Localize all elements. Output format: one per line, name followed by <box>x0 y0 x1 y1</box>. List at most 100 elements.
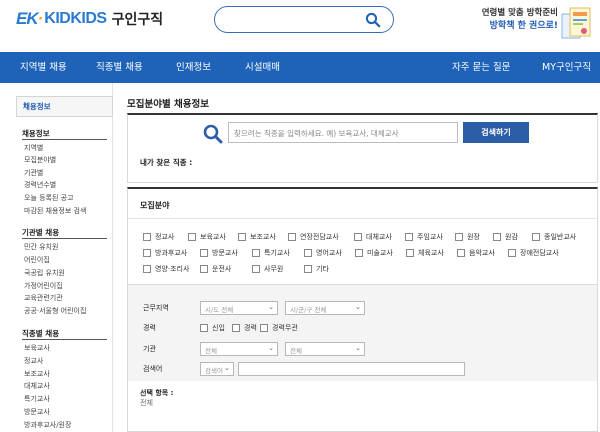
checkbox-career-new[interactable]: 신입 <box>200 323 225 333</box>
region-city-select[interactable]: 시/군/구 전체 ⌄ <box>285 301 365 315</box>
keyword-text-input[interactable] <box>238 362 465 376</box>
checkbox-icon[interactable] <box>200 249 208 257</box>
sidebar-item[interactable]: 공공·서울형 어린이집 <box>24 306 86 316</box>
checkbox-category[interactable]: 방문교사 <box>200 248 238 258</box>
checkbox-icon[interactable] <box>455 233 463 241</box>
checkbox-icon[interactable] <box>288 233 296 241</box>
checkbox-category[interactable]: 사무원 <box>252 264 283 274</box>
nav-item-my-page[interactable]: MY구인구직 <box>542 52 591 83</box>
checkbox-category[interactable]: 연장전담교사 <box>288 232 339 242</box>
nav-item-faq[interactable]: 자주 묻는 질문 <box>452 52 510 83</box>
checkbox-icon[interactable] <box>188 233 196 241</box>
search-icon <box>203 124 223 144</box>
checkbox-icon[interactable] <box>355 249 363 257</box>
sidebar-item[interactable]: 기관별 <box>24 168 43 178</box>
checkbox-category[interactable]: 원감 <box>493 232 518 242</box>
checkbox-category[interactable]: 정교사 <box>143 232 174 242</box>
checkbox-category[interactable]: 영어교사 <box>304 248 342 258</box>
nav-item-job-type[interactable]: 직종별 채용 <box>96 52 143 83</box>
checkbox-category[interactable]: 미술교사 <box>355 248 393 258</box>
sidebar-item[interactable]: 지역별 <box>24 143 43 153</box>
org-type-select[interactable]: 전체 ⌄ <box>200 342 278 356</box>
checkbox-category[interactable]: 종일반교사 <box>532 232 576 242</box>
checkbox-category[interactable]: 보조교사 <box>238 232 276 242</box>
nav-item-region[interactable]: 지역별 채용 <box>20 52 67 83</box>
checkbox-icon[interactable] <box>252 249 260 257</box>
checkbox-icon[interactable] <box>143 265 151 273</box>
sidebar-divider <box>22 339 107 340</box>
checkbox-icon[interactable] <box>405 233 413 241</box>
checkbox-category[interactable]: 체육교사 <box>406 248 444 258</box>
search-icon[interactable] <box>365 12 381 28</box>
promo-line-2: 방학책 한 권으로! <box>489 21 558 31</box>
sidebar-item[interactable]: 특기교사 <box>24 394 50 404</box>
checkbox-icon[interactable] <box>260 324 268 332</box>
checkbox-icon[interactable] <box>238 233 246 241</box>
checkbox-category[interactable]: 대체교사 <box>354 232 392 242</box>
sidebar-item[interactable]: 어린이집 <box>24 255 50 265</box>
checkbox-category[interactable]: 음악교사 <box>457 248 495 258</box>
header: EK· KIDKIDS 구인구직 연령별 맞춤 방학준비 방학책 한 권으로! <box>0 0 600 52</box>
checkbox-icon[interactable] <box>406 249 414 257</box>
top-search-input[interactable] <box>214 6 394 33</box>
checkbox-icon[interactable] <box>143 249 151 257</box>
main-content: 모집분야별 채용정보 찾으려는 직종을 입력하세요. 예) 보육교사, 대체교사… <box>113 83 600 432</box>
checkbox-icon[interactable] <box>354 233 362 241</box>
sidebar-item[interactable]: 오늘 등록된 공고 <box>24 193 74 203</box>
sidebar-item[interactable]: 방문교사 <box>24 407 50 417</box>
checkbox-category[interactable]: 영양·조리사 <box>143 264 189 274</box>
promo-banner[interactable]: 연령별 맞춤 방학준비 방학책 한 권으로! <box>470 0 600 48</box>
checkbox-category[interactable]: 주임교사 <box>405 232 443 242</box>
region-province-select[interactable]: 시/도 전체 ⌄ <box>200 301 278 315</box>
sidebar-item[interactable]: 경력년수별 <box>24 180 56 190</box>
sidebar-item[interactable]: 민간 유치원 <box>24 242 58 252</box>
search-button[interactable]: 검색하기 <box>463 122 529 143</box>
sidebar-item[interactable]: 모집분야별 <box>24 155 56 165</box>
checkbox-icon[interactable] <box>200 265 208 273</box>
job-keyword-input[interactable]: 찾으려는 직종을 입력하세요. 예) 보육교사, 대체교사 <box>228 122 458 143</box>
checkbox-category[interactable]: 특기교사 <box>252 248 290 258</box>
nav-item-facility-trade[interactable]: 시설매매 <box>245 52 280 83</box>
checkbox-icon[interactable] <box>508 249 516 257</box>
sidebar-active-item[interactable]: 채용정보 › <box>16 96 113 117</box>
chevron-down-icon: ⌄ <box>268 344 274 352</box>
checkbox-category[interactable]: 방과후교사 <box>143 248 187 258</box>
checkbox-icon[interactable] <box>304 265 312 273</box>
checkbox-icon[interactable] <box>304 249 312 257</box>
keyword-type-select[interactable]: 검색어 ⌄ <box>200 362 234 376</box>
checkbox-icon[interactable] <box>457 249 465 257</box>
checkbox-category[interactable]: 보육교사 <box>188 232 226 242</box>
sidebar-divider <box>22 238 107 239</box>
checkbox-category[interactable]: 운전사 <box>200 264 231 274</box>
checkbox-icon[interactable] <box>232 324 240 332</box>
sidebar-item[interactable]: 가정어린이집 <box>24 281 63 291</box>
chevron-down-icon: ⌄ <box>355 303 361 311</box>
nav-item-talent[interactable]: 인재정보 <box>176 52 211 83</box>
main-nav: 지역별 채용 직종별 채용 인재정보 시설매매 자주 묻는 질문 MY구인구직 <box>0 52 600 83</box>
sidebar-section-title: 직종별 채용 <box>22 329 60 338</box>
checkbox-category[interactable]: 장애전담교사 <box>508 248 559 258</box>
org-label: 기관 <box>143 345 156 353</box>
sidebar-item[interactable]: 마감된 채용정보 검색 <box>24 206 86 216</box>
sidebar-item[interactable]: 국공립 유치원 <box>24 268 65 278</box>
sidebar-item[interactable]: 보육교사 <box>24 343 50 353</box>
checkbox-icon[interactable] <box>493 233 501 241</box>
sidebar-item[interactable]: 보조교사 <box>24 369 50 379</box>
book-illustration-icon <box>561 7 591 39</box>
checkbox-icon[interactable] <box>200 324 208 332</box>
checkbox-icon[interactable] <box>252 265 260 273</box>
checkbox-category[interactable]: 원장 <box>455 232 480 242</box>
sidebar-item[interactable]: 교육관련기관 <box>24 293 63 303</box>
site-logo[interactable]: EK· KIDKIDS 구인구직 <box>16 7 163 31</box>
checkbox-icon[interactable] <box>143 233 151 241</box>
chevron-down-icon: ⌄ <box>355 344 361 352</box>
checkbox-career-experienced[interactable]: 경력 <box>232 323 257 333</box>
org-sub-select[interactable]: 전체 ⌄ <box>285 342 365 356</box>
checkbox-category[interactable]: 기타 <box>304 264 329 274</box>
sidebar-item[interactable]: 방과후교사/원장 <box>24 420 71 430</box>
checkbox-icon[interactable] <box>532 233 540 241</box>
checkbox-career-any[interactable]: 경력무관 <box>260 323 298 333</box>
sidebar-item[interactable]: 대체교사 <box>24 381 50 391</box>
sidebar-item[interactable]: 정교사 <box>24 356 43 366</box>
selected-items-label: 선택 항목 : <box>140 389 174 397</box>
